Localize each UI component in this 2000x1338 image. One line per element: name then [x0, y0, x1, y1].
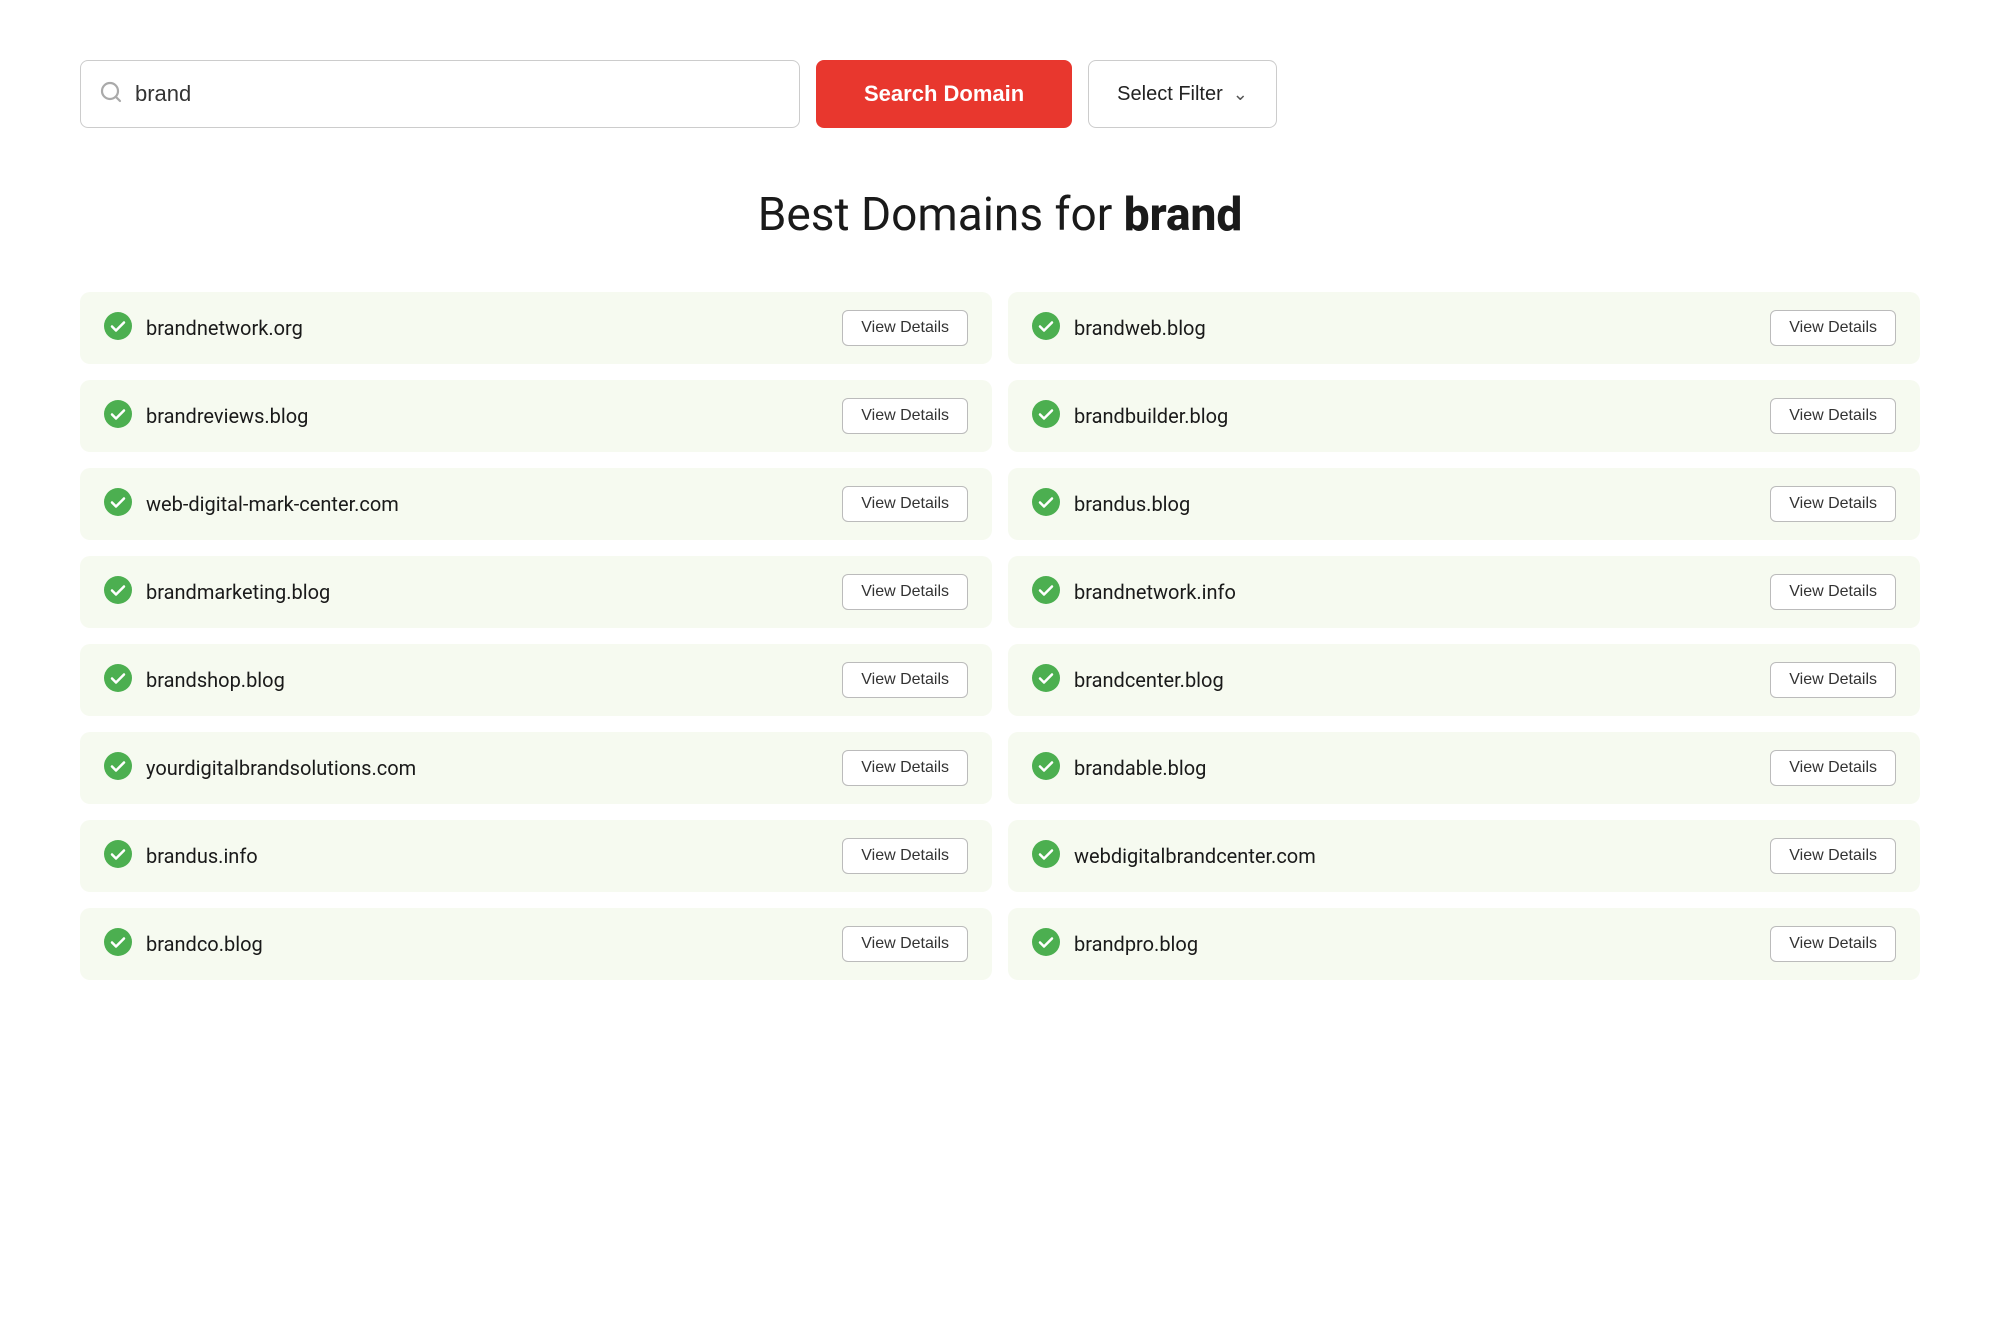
domain-left: yourdigitalbrandsolutions.com	[104, 752, 416, 784]
domain-left: brandmarketing.blog	[104, 576, 330, 608]
domain-left: webdigitalbrandcenter.com	[1032, 840, 1316, 872]
view-details-button[interactable]: View Details	[1770, 750, 1896, 786]
available-icon	[104, 752, 132, 784]
filter-label: Select Filter	[1117, 83, 1223, 106]
domain-name: brandshop.blog	[146, 668, 285, 692]
view-details-button[interactable]: View Details	[842, 662, 968, 698]
domain-left: web-digital-mark-center.com	[104, 488, 399, 520]
domain-name: brandreviews.blog	[146, 404, 308, 428]
domain-item: brandmarketing.blog View Details	[80, 556, 992, 628]
domain-name: brandus.info	[146, 844, 258, 868]
available-icon	[104, 664, 132, 696]
search-bar: Search Domain Select Filter ⌄	[80, 60, 1920, 128]
available-icon	[1032, 576, 1060, 608]
domain-left: brandable.blog	[1032, 752, 1206, 784]
available-icon	[104, 840, 132, 872]
available-icon	[104, 928, 132, 960]
domain-left: brandweb.blog	[1032, 312, 1206, 344]
domains-grid: brandnetwork.org View Details brandweb.b…	[80, 292, 1920, 980]
domain-item: brandco.blog View Details	[80, 908, 992, 980]
domain-item: brandus.blog View Details	[1008, 468, 1920, 540]
domain-left: brandus.blog	[1032, 488, 1190, 520]
domain-item: brandus.info View Details	[80, 820, 992, 892]
domain-name: brandbuilder.blog	[1074, 404, 1228, 428]
available-icon	[1032, 840, 1060, 872]
view-details-button[interactable]: View Details	[842, 574, 968, 610]
domain-name: brandcenter.blog	[1074, 668, 1224, 692]
domain-item: brandnetwork.info View Details	[1008, 556, 1920, 628]
search-domain-button[interactable]: Search Domain	[816, 60, 1072, 128]
available-icon	[1032, 752, 1060, 784]
filter-button[interactable]: Select Filter ⌄	[1088, 60, 1277, 128]
domain-left: brandcenter.blog	[1032, 664, 1224, 696]
available-icon	[104, 312, 132, 344]
domain-name: brandweb.blog	[1074, 316, 1206, 340]
view-details-button[interactable]: View Details	[842, 750, 968, 786]
domain-name: brandmarketing.blog	[146, 580, 330, 604]
domain-name: brandco.blog	[146, 932, 263, 956]
view-details-button[interactable]: View Details	[842, 486, 968, 522]
domain-left: brandpro.blog	[1032, 928, 1198, 960]
domain-item: web-digital-mark-center.com View Details	[80, 468, 992, 540]
domain-name: web-digital-mark-center.com	[146, 492, 399, 516]
available-icon	[1032, 488, 1060, 520]
view-details-button[interactable]: View Details	[842, 310, 968, 346]
view-details-button[interactable]: View Details	[842, 926, 968, 962]
domain-name: brandus.blog	[1074, 492, 1190, 516]
domain-name: yourdigitalbrandsolutions.com	[146, 756, 416, 780]
domain-item: brandweb.blog View Details	[1008, 292, 1920, 364]
available-icon	[1032, 664, 1060, 696]
view-details-button[interactable]: View Details	[842, 838, 968, 874]
domain-item: brandable.blog View Details	[1008, 732, 1920, 804]
view-details-button[interactable]: View Details	[1770, 662, 1896, 698]
chevron-down-icon: ⌄	[1233, 84, 1248, 105]
page-title: Best Domains for brand	[80, 188, 1920, 242]
domain-name: brandable.blog	[1074, 756, 1206, 780]
domain-name: brandnetwork.org	[146, 316, 303, 340]
available-icon	[1032, 928, 1060, 960]
available-icon	[104, 400, 132, 432]
view-details-button[interactable]: View Details	[1770, 838, 1896, 874]
domain-name: webdigitalbrandcenter.com	[1074, 844, 1316, 868]
search-icon	[99, 80, 123, 108]
domain-left: brandnetwork.info	[1032, 576, 1236, 608]
domain-item: brandnetwork.org View Details	[80, 292, 992, 364]
domain-left: brandreviews.blog	[104, 400, 308, 432]
domain-left: brandus.info	[104, 840, 258, 872]
domain-name: brandnetwork.info	[1074, 580, 1236, 604]
view-details-button[interactable]: View Details	[1770, 486, 1896, 522]
view-details-button[interactable]: View Details	[1770, 926, 1896, 962]
view-details-button[interactable]: View Details	[842, 398, 968, 434]
domain-left: brandshop.blog	[104, 664, 285, 696]
domain-item: webdigitalbrandcenter.com View Details	[1008, 820, 1920, 892]
domain-item: brandreviews.blog View Details	[80, 380, 992, 452]
search-input-wrapper	[80, 60, 800, 128]
domain-left: brandbuilder.blog	[1032, 400, 1228, 432]
domain-item: yourdigitalbrandsolutions.com View Detai…	[80, 732, 992, 804]
available-icon	[104, 576, 132, 608]
domain-item: brandcenter.blog View Details	[1008, 644, 1920, 716]
domain-item: brandbuilder.blog View Details	[1008, 380, 1920, 452]
view-details-button[interactable]: View Details	[1770, 398, 1896, 434]
domain-left: brandco.blog	[104, 928, 263, 960]
view-details-button[interactable]: View Details	[1770, 574, 1896, 610]
domain-item: brandshop.blog View Details	[80, 644, 992, 716]
available-icon	[104, 488, 132, 520]
available-icon	[1032, 312, 1060, 344]
domain-item: brandpro.blog View Details	[1008, 908, 1920, 980]
search-input[interactable]	[135, 81, 781, 107]
view-details-button[interactable]: View Details	[1770, 310, 1896, 346]
domain-name: brandpro.blog	[1074, 932, 1198, 956]
available-icon	[1032, 400, 1060, 432]
domain-left: brandnetwork.org	[104, 312, 303, 344]
